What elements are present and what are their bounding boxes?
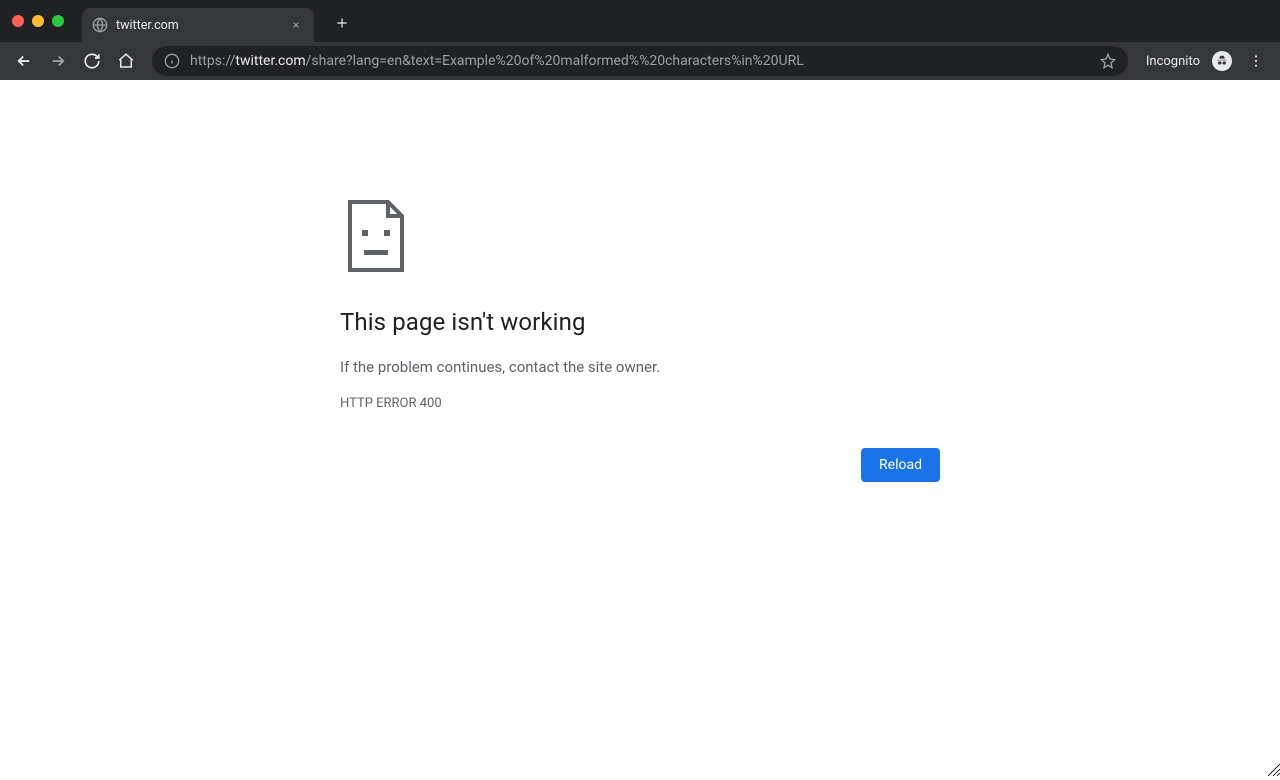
globe-icon [92, 17, 108, 33]
address-bar[interactable]: https://twitter.com/share?lang=en&text=E… [152, 46, 1128, 76]
forward-button[interactable] [44, 47, 72, 75]
home-button[interactable] [112, 47, 140, 75]
bookmark-icon[interactable] [1100, 53, 1116, 69]
page-content: This page isn't working If the problem c… [0, 80, 1280, 773]
error-code: HTTP ERROR 400 [340, 396, 940, 411]
minimize-window-button[interactable] [32, 15, 44, 27]
sad-page-icon [340, 200, 412, 272]
resize-handle[interactable] [1268, 761, 1280, 773]
browser-menu-button[interactable] [1242, 47, 1270, 75]
window-title-bar: twitter.com [0, 0, 1280, 42]
window-controls [12, 15, 64, 27]
error-title: This page isn't working [340, 308, 940, 336]
reload-button[interactable] [78, 47, 106, 75]
browser-toolbar: https://twitter.com/share?lang=en&text=E… [0, 42, 1280, 80]
close-tab-button[interactable] [288, 17, 304, 33]
reload-page-button[interactable]: Reload [861, 448, 940, 482]
maximize-window-button[interactable] [52, 15, 64, 27]
error-panel: This page isn't working If the problem c… [340, 200, 940, 411]
back-button[interactable] [10, 47, 38, 75]
browser-tab[interactable]: twitter.com [82, 8, 314, 42]
incognito-label: Incognito [1146, 54, 1200, 69]
url-text: https://twitter.com/share?lang=en&text=E… [190, 53, 1090, 69]
tab-title: twitter.com [116, 18, 280, 33]
error-message: If the problem continues, contact the si… [340, 358, 940, 376]
incognito-icon[interactable] [1212, 51, 1232, 71]
site-info-icon[interactable] [164, 53, 180, 69]
close-window-button[interactable] [12, 15, 24, 27]
new-tab-button[interactable] [332, 14, 352, 35]
